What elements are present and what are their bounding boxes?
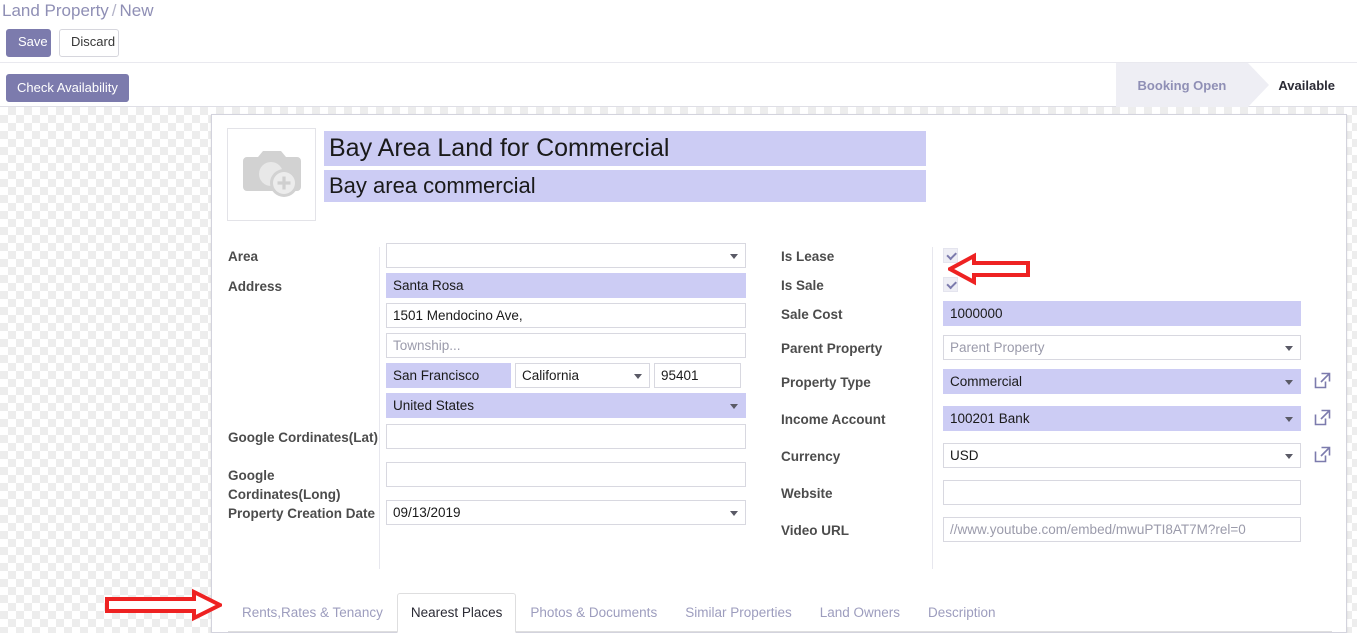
label-property-type: Property Type [781, 375, 871, 390]
address-street-input[interactable] [386, 303, 746, 328]
income-account-select[interactable] [943, 406, 1301, 431]
title-fields [324, 131, 926, 202]
address-block [386, 273, 746, 418]
label-google-coordinates-long: Google Cordinates(Long) [228, 468, 341, 502]
breadcrumb-separator: / [111, 1, 117, 20]
is-lease-field [943, 248, 958, 268]
camera-add-icon [241, 143, 303, 206]
form-body: Area Address Santa Rosa 1501 Mendocino A… [212, 243, 1348, 569]
notebook-tabs: Rents,Rates & Tenancy Nearest Places Pho… [228, 592, 1332, 633]
currency-external-link-icon[interactable] [1313, 445, 1332, 464]
check-availability-button[interactable]: Check Availability [6, 74, 129, 102]
address-street-name-input[interactable] [386, 273, 746, 298]
address-street2-input[interactable] [386, 333, 746, 358]
property-type-select[interactable] [943, 369, 1301, 394]
label-website: Website [781, 486, 833, 501]
tab-land-owners[interactable]: Land Owners [806, 593, 914, 632]
income-account-wrap [943, 406, 1301, 431]
address-country-select[interactable] [386, 393, 746, 418]
label-property-creation-date: Property Creation Date [228, 506, 376, 521]
google-coordinates-long-input[interactable] [386, 462, 746, 487]
video-url-input[interactable] [943, 517, 1301, 542]
label-income-account: Income Account [781, 412, 886, 427]
video-url-field [943, 517, 1301, 542]
tab-photos-documents[interactable]: Photos & Documents [516, 593, 671, 632]
is-sale-checkbox[interactable] [943, 277, 958, 292]
address-state-select-wrap [515, 363, 650, 388]
currency-select[interactable] [943, 443, 1301, 468]
is-lease-checkbox[interactable] [943, 248, 958, 263]
discard-button[interactable]: Discard [59, 29, 119, 57]
income-account-external-link-icon[interactable] [1313, 408, 1332, 427]
google-coordinates-lat-input[interactable] [386, 424, 746, 449]
label-currency: Currency [781, 449, 841, 464]
address-zip-input[interactable] [654, 363, 741, 388]
google-lat-field [386, 424, 746, 449]
website-input[interactable] [943, 480, 1301, 505]
parent-property-wrap [943, 335, 1301, 360]
property-creation-date-input[interactable] [386, 500, 746, 525]
address-city-input[interactable] [386, 363, 511, 388]
sale-cost-input[interactable] [943, 301, 1301, 326]
property-subtitle-input[interactable] [324, 170, 926, 202]
currency-wrap [943, 443, 1301, 468]
label-is-lease: Is Lease [781, 249, 835, 264]
is-sale-field [943, 277, 958, 297]
tab-nearest-places[interactable]: Nearest Places [396, 593, 517, 633]
breadcrumb-root[interactable]: Land Property [2, 1, 109, 20]
tab-rents-rates-tenancy[interactable]: Rents,Rates & Tenancy [228, 593, 397, 632]
breadcrumb-current: New [119, 1, 154, 20]
statusbar: Booking Open Available [1115, 63, 1357, 107]
label-parent-property: Parent Property [781, 341, 883, 356]
area-select-wrap [386, 243, 746, 268]
area-select[interactable] [386, 243, 746, 268]
statusbar-row: Check Availability Booking Open Availabl… [0, 62, 1357, 107]
google-long-field [386, 462, 746, 487]
address-state-select[interactable] [515, 363, 650, 388]
property-type-wrap [943, 369, 1301, 394]
label-area: Area [228, 249, 259, 264]
label-video-url: Video URL [781, 523, 850, 538]
label-address: Address [228, 279, 283, 294]
breadcrumb: Land Property / New [0, 0, 1357, 24]
tab-description[interactable]: Description [914, 593, 1010, 632]
property-image-upload[interactable] [227, 128, 316, 221]
sale-cost-field [943, 301, 1301, 326]
tab-similar-properties[interactable]: Similar Properties [671, 593, 806, 632]
property-name-input[interactable] [324, 131, 926, 166]
save-button[interactable]: Save [6, 29, 51, 57]
label-google-coordinates-lat: Google Cordinates(Lat) [228, 430, 379, 445]
form-controls-bar: Save Discard [0, 26, 1357, 62]
property-creation-date-wrap [386, 500, 746, 525]
status-stage-booking-open[interactable]: Booking Open [1115, 63, 1270, 107]
label-is-sale: Is Sale [781, 278, 824, 293]
record-form-sheet: Area Address [211, 114, 1347, 633]
parent-property-select[interactable] [943, 335, 1301, 360]
property-type-external-link-icon[interactable] [1313, 371, 1332, 390]
website-field [943, 480, 1301, 505]
address-country-select-wrap [386, 393, 746, 418]
label-sale-cost: Sale Cost [781, 307, 843, 322]
